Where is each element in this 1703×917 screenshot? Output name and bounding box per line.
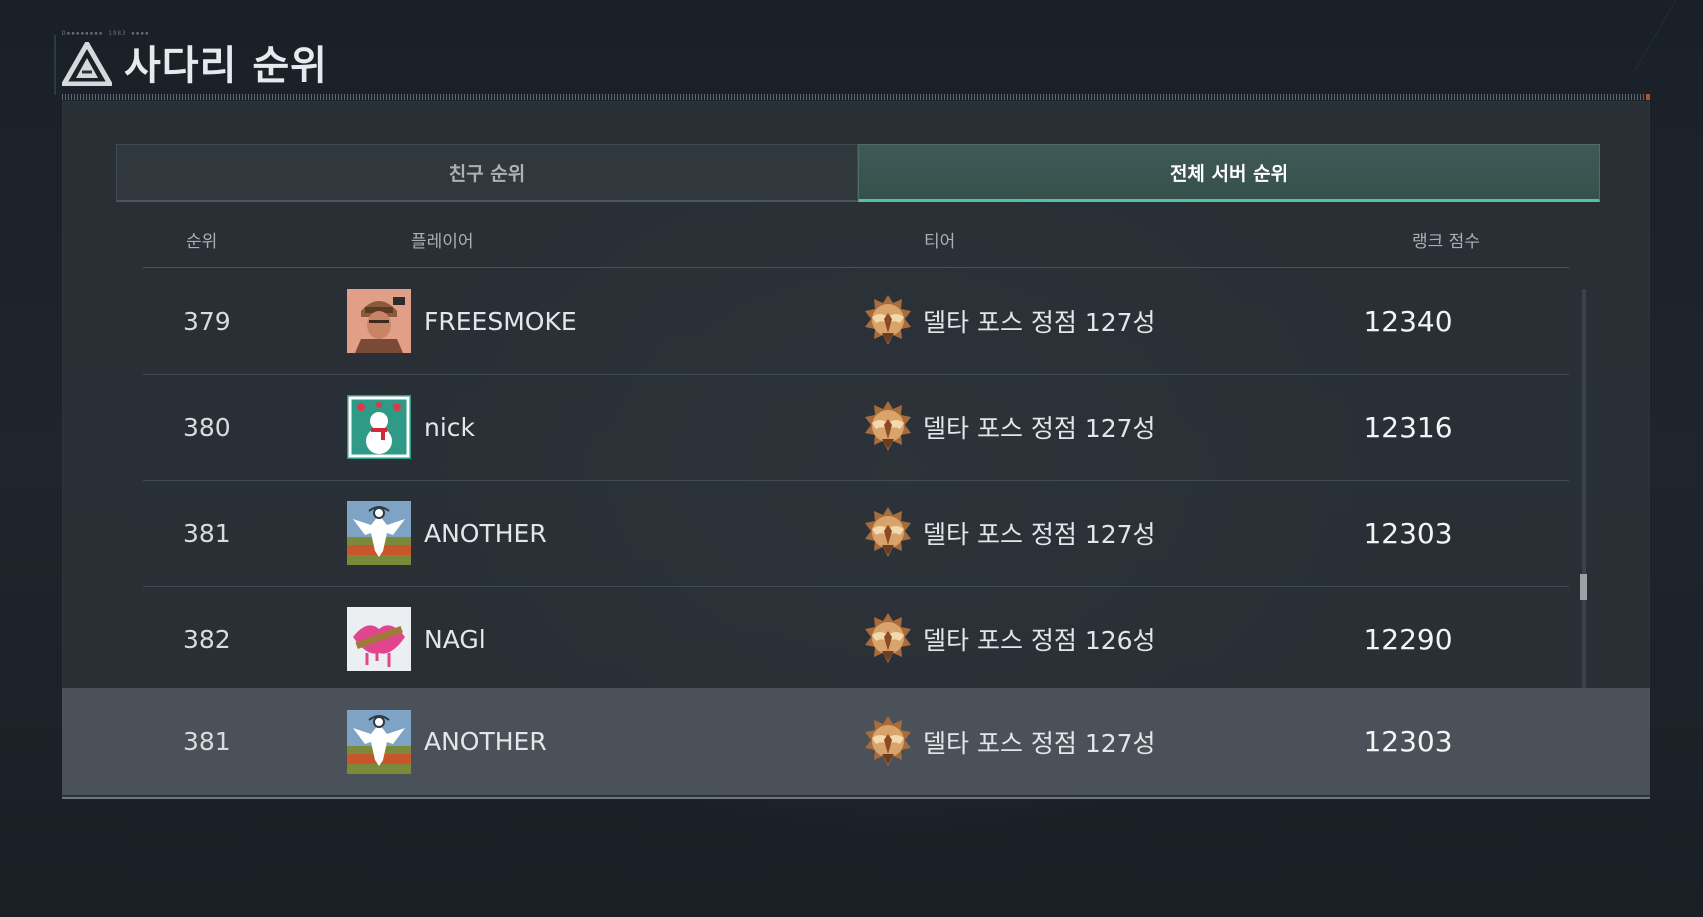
leaderboard-row[interactable]: 381 ANOTHER 델타 포스 정점 127성 12303 [143, 480, 1569, 587]
player-avatar[interactable] [347, 268, 411, 374]
my-tier-label: 델타 포스 정점 127성 [923, 728, 1156, 758]
column-header-rank: 순위 [186, 232, 218, 252]
delta-logo-icon [62, 42, 112, 86]
my-rank-score: 12303 [1363, 725, 1453, 758]
rank-score: 12340 [1363, 304, 1453, 338]
apex-eagle-badge-icon [865, 295, 911, 345]
eagle-emblem-avatar-icon [347, 501, 411, 565]
list-scrollbar[interactable] [1582, 289, 1586, 689]
tier-badge [860, 480, 916, 586]
apex-eagle-badge-icon [865, 401, 911, 451]
rank-score: 12290 [1363, 622, 1453, 656]
row-rank: 379 [183, 306, 231, 336]
lips-avatar-icon [347, 607, 411, 671]
rank-score: 12316 [1363, 410, 1453, 444]
apex-eagle-badge-icon [865, 715, 911, 766]
header-frame-bracket [54, 35, 62, 95]
column-header-player: 플레이어 [411, 232, 474, 252]
player-avatar[interactable] [347, 374, 411, 480]
tab-friends[interactable]: 친구 순위 [116, 144, 858, 202]
apex-eagle-badge-icon [865, 613, 911, 663]
player-avatar[interactable] [347, 480, 411, 586]
tier-badge [860, 374, 916, 480]
leaderboard-row[interactable]: 380 nick 델타 포스 정점 127성 12316 [143, 374, 1569, 481]
tier-badge [860, 268, 916, 374]
column-header-tier: 티어 [924, 232, 956, 252]
list-scrollbar-thumb[interactable] [1580, 574, 1587, 600]
player-name: nick [424, 412, 476, 442]
tier-label: 델타 포스 정점 127성 [923, 308, 1156, 337]
header-small-text: D▪▪▪▪▪▪▪▪ 1983 ▪▪▪▪ [62, 30, 150, 37]
player-avatar[interactable] [347, 586, 411, 688]
player-name: NAGl [424, 624, 486, 654]
rank-score: 12303 [1363, 516, 1453, 550]
my-player-name: ANOTHER [424, 727, 547, 756]
player-name: ANOTHER [424, 518, 547, 548]
column-header-score: 랭크 점수 [1412, 232, 1480, 252]
tier-label: 델타 포스 정점 127성 [923, 414, 1156, 443]
leaderboard-panel: 친구 순위 전체 서버 순위 순위 플레이어 티어 랭크 점수 379 FREE… [62, 101, 1650, 799]
my-rank-row[interactable]: 381 ANOTHER 델타 포스 정점 127성 12303 [62, 688, 1650, 795]
tier-label: 델타 포스 정점 127성 [923, 520, 1156, 549]
tab-all-servers[interactable]: 전체 서버 순위 [858, 144, 1600, 202]
my-avatar[interactable] [347, 688, 411, 795]
header-divider [62, 94, 1650, 100]
snowman-avatar-icon [347, 395, 411, 459]
my-tier-badge [860, 688, 916, 795]
row-rank: 382 [183, 624, 231, 654]
page-title: 사다리 순위 [124, 43, 328, 89]
header-divider-cap [1646, 94, 1650, 100]
leaderboard-list[interactable]: 379 FREESMOKE 델타 포스 정점 127성 12340 380 ni… [143, 268, 1569, 688]
leaderboard-row[interactable]: 379 FREESMOKE 델타 포스 정점 127성 12340 [143, 268, 1569, 375]
page-header: D▪▪▪▪▪▪▪▪ 1983 ▪▪▪▪ 사다리 순위 [62, 30, 328, 90]
tab-bar: 친구 순위 전체 서버 순위 [116, 144, 1600, 202]
row-rank: 381 [183, 518, 231, 548]
tier-badge [860, 586, 916, 688]
eagle-emblem-avatar-icon [347, 709, 411, 774]
tier-label: 델타 포스 정점 126성 [923, 626, 1156, 655]
soldier-avatar-icon [347, 289, 411, 353]
my-rank: 381 [183, 727, 231, 756]
leaderboard-row[interactable]: 382 NAGl 델타 포스 정점 126성 12290 [143, 586, 1569, 688]
player-name: FREESMOKE [424, 306, 577, 336]
apex-eagle-badge-icon [865, 507, 911, 557]
row-rank: 380 [183, 412, 231, 442]
